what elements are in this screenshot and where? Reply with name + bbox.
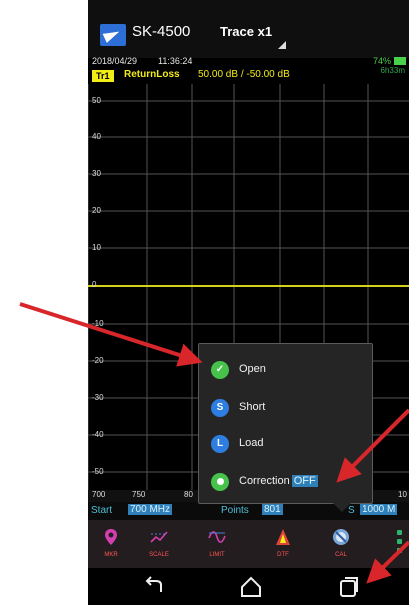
arrow-to-cal <box>366 540 409 584</box>
arrow-to-correction <box>336 408 409 483</box>
arrow-to-open <box>19 302 203 367</box>
annotation-arrows <box>19 302 409 584</box>
